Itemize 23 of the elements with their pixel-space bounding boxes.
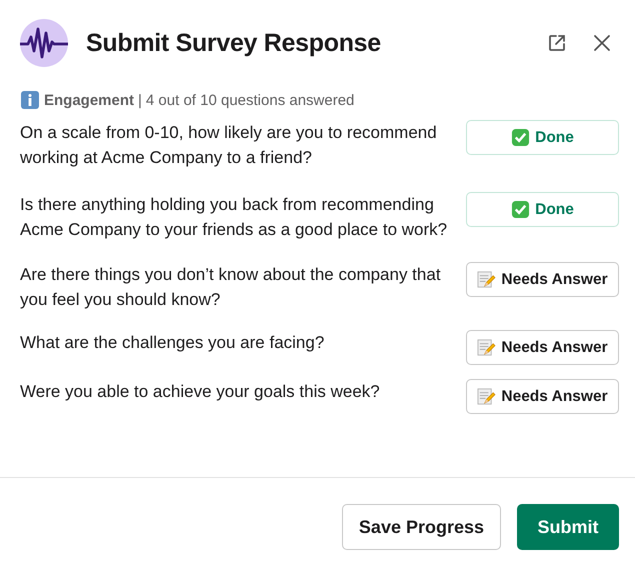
separator: |: [138, 92, 142, 108]
status-button[interactable]: Needs Answer: [466, 262, 619, 297]
wave-logo-icon: [20, 19, 68, 67]
status-button[interactable]: Needs Answer: [466, 330, 619, 365]
status-button[interactable]: Done: [466, 192, 619, 227]
memo-icon: [477, 338, 496, 357]
memo-icon: [477, 387, 496, 406]
info-icon: [20, 90, 40, 110]
save-progress-button[interactable]: Save Progress: [342, 504, 501, 550]
question-text: On a scale from 0-10, how likely are you to recommend working at Acme Company to a friend?: [20, 122, 438, 169]
question-text: Are there things you don’t know about the company that you feel you should know?: [20, 264, 442, 311]
checkmark-icon: [511, 128, 530, 147]
status-button[interactable]: Needs Answer: [466, 379, 619, 414]
checkmark-icon: [511, 200, 530, 219]
category-label: Engagement: [44, 92, 134, 108]
question-text: Were you able to achieve your goals this week?: [20, 381, 380, 403]
question-text: Is there anything holding you back from recommending Acme Company to your friends as a good place to work?: [20, 194, 448, 241]
memo-icon: [477, 270, 496, 289]
submit-button[interactable]: Submit: [517, 504, 619, 550]
window-title: Submit Survey Response: [86, 28, 382, 58]
progress-text: 4 out of 10 questions answered: [146, 92, 354, 108]
question-text: What are the challenges you are facing?: [20, 332, 324, 354]
status-button[interactable]: Done: [466, 120, 619, 155]
